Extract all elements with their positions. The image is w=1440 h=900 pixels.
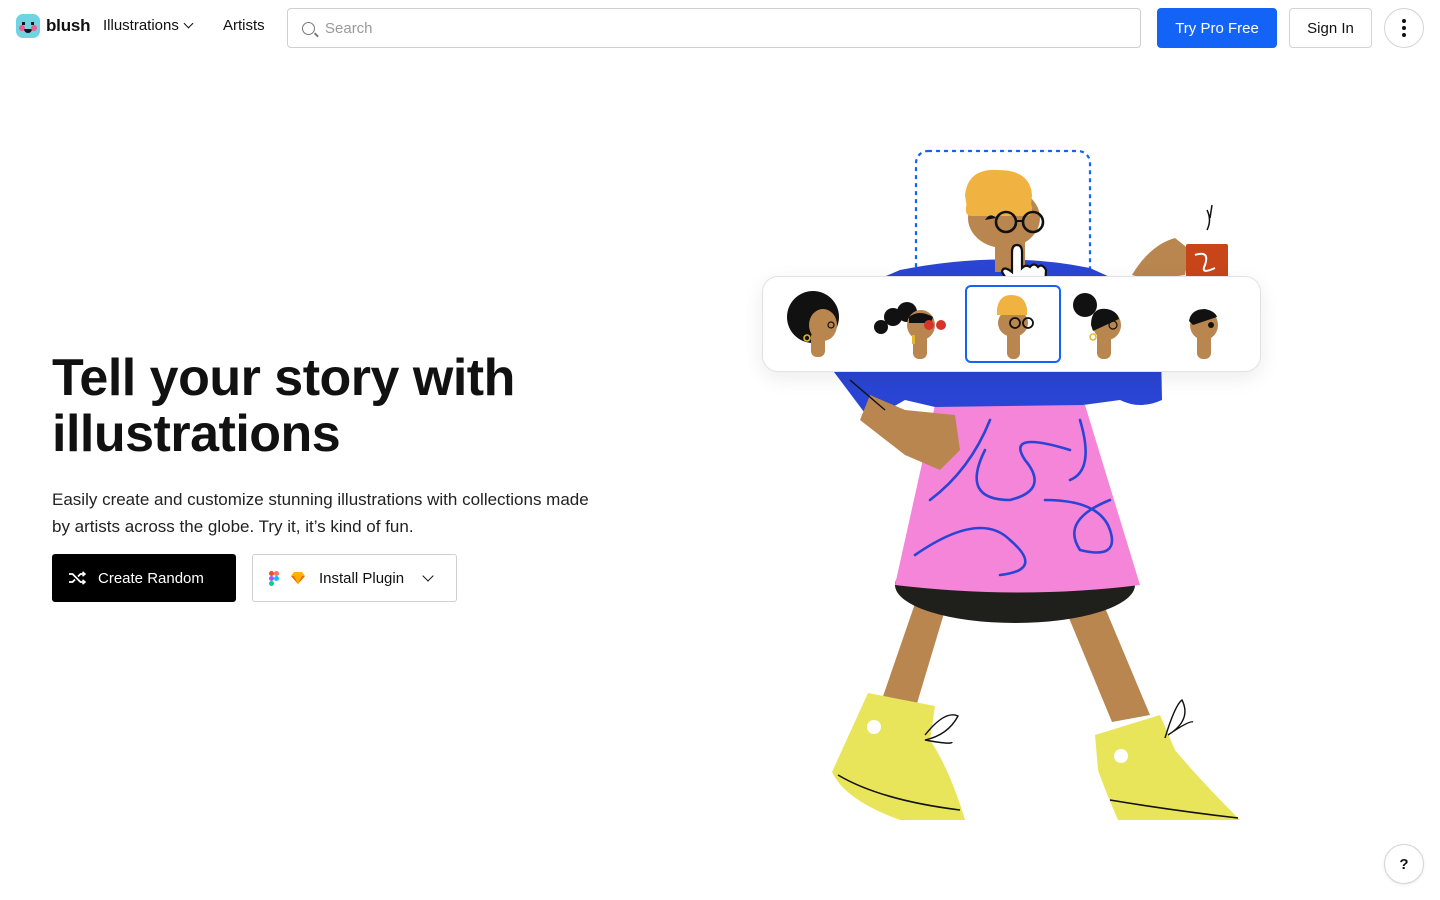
figma-icon bbox=[269, 570, 279, 586]
head-option-afro[interactable] bbox=[773, 285, 869, 363]
help-button[interactable]: ? bbox=[1384, 844, 1424, 884]
head-option-high-bun[interactable] bbox=[1061, 285, 1157, 363]
head-beanie-icon bbox=[997, 295, 1034, 359]
search-bar bbox=[287, 8, 1141, 48]
hero-illustration bbox=[825, 149, 1240, 820]
shuffle-icon bbox=[69, 571, 86, 585]
more-vertical-icon bbox=[1402, 19, 1406, 23]
head-options-strip bbox=[762, 276, 1261, 372]
chevron-down-icon bbox=[422, 570, 434, 582]
blush-logo-icon bbox=[16, 14, 40, 38]
right-arm bbox=[1132, 238, 1190, 280]
head-space-buns-icon bbox=[874, 302, 946, 359]
create-random-label: Create Random bbox=[98, 569, 204, 587]
top-navbar: blush Illustrations Artists Try Pro Free… bbox=[0, 0, 1440, 56]
head-option-space-buns[interactable] bbox=[869, 285, 965, 363]
nav-artists-label: Artists bbox=[223, 17, 265, 34]
brand-name: blush bbox=[46, 16, 91, 35]
search-icon bbox=[302, 21, 315, 35]
install-plugin-label: Install Plugin bbox=[319, 569, 405, 587]
install-plugin-button[interactable]: Install Plugin bbox=[252, 554, 457, 602]
brand-logo[interactable]: blush bbox=[16, 14, 91, 38]
head-option-short-hair[interactable] bbox=[1157, 285, 1253, 363]
head-short-hair-icon bbox=[1189, 309, 1218, 359]
try-pro-free-button[interactable]: Try Pro Free bbox=[1157, 8, 1277, 48]
left-shoe bbox=[832, 693, 965, 820]
sign-in-button[interactable]: Sign In bbox=[1289, 8, 1372, 48]
head-option-beanie-glasses[interactable] bbox=[965, 285, 1061, 363]
search-input[interactable] bbox=[325, 19, 1105, 37]
hero-subtitle: Easily create and customize stunning ill… bbox=[52, 490, 589, 536]
nav-artists[interactable]: Artists bbox=[223, 17, 265, 34]
head-high-bun-icon bbox=[1073, 293, 1121, 359]
create-random-button[interactable]: Create Random bbox=[52, 554, 236, 602]
nav-illustrations-label: Illustrations bbox=[103, 17, 179, 34]
more-options-button[interactable] bbox=[1384, 8, 1424, 48]
nav-illustrations[interactable]: Illustrations bbox=[103, 17, 194, 34]
sketch-icon bbox=[291, 572, 305, 584]
head-afro-icon bbox=[787, 291, 839, 357]
hero-title: Tell your story with illustrations bbox=[52, 349, 515, 463]
chevron-down-icon bbox=[183, 18, 194, 29]
